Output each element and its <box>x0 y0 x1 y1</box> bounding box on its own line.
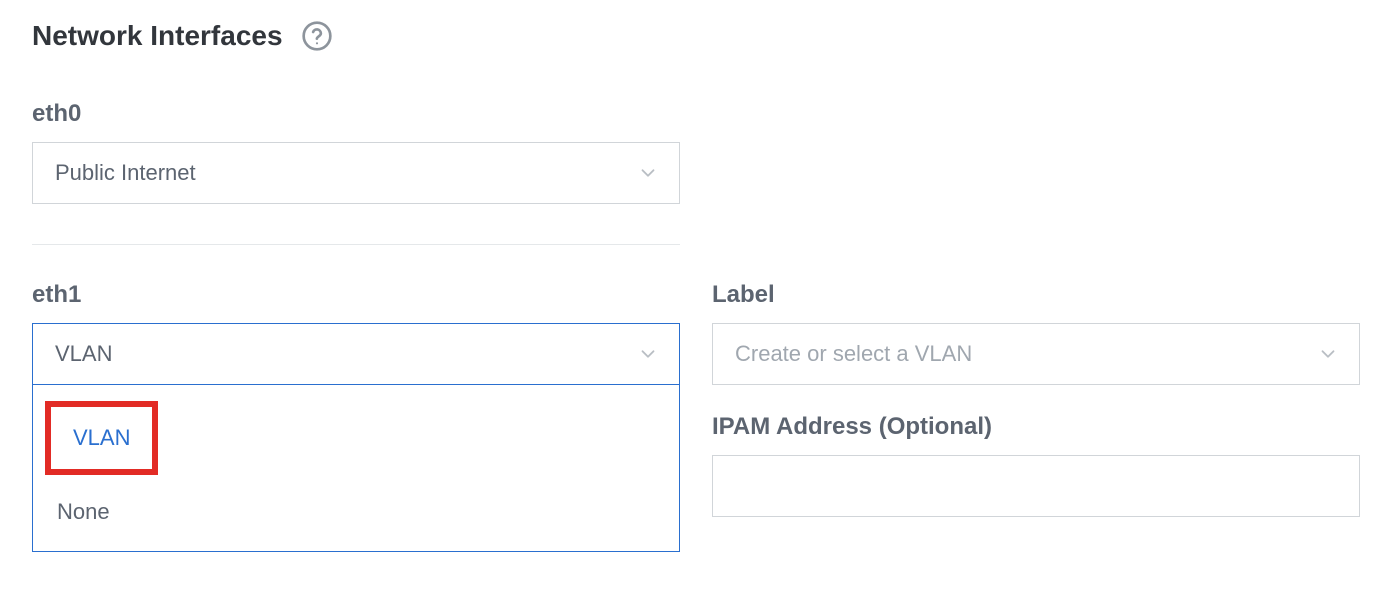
label-select-placeholder: Create or select a VLAN <box>735 341 1337 367</box>
chevron-down-icon <box>1317 343 1339 365</box>
eth1-option-none[interactable]: None <box>33 483 679 551</box>
help-icon[interactable] <box>301 20 333 52</box>
chevron-down-icon <box>637 343 659 365</box>
eth0-label: eth0 <box>32 100 1356 128</box>
section-title: Network Interfaces <box>32 20 283 52</box>
eth1-dropdown-menu: VLAN None <box>32 385 680 552</box>
label-field-label: Label <box>712 281 1360 309</box>
divider <box>32 244 680 245</box>
eth1-group: eth1 VLAN VLAN None <box>32 281 680 385</box>
eth1-select-value: VLAN <box>55 341 657 367</box>
eth1-select[interactable]: VLAN <box>32 323 680 385</box>
section-header: Network Interfaces <box>32 20 1356 52</box>
eth0-group: eth0 Public Internet <box>32 100 1356 204</box>
ipam-input[interactable] <box>712 455 1360 517</box>
eth0-select[interactable]: Public Internet <box>32 142 680 204</box>
label-and-ipam-group: Label Create or select a VLAN IPAM Addre… <box>712 281 1360 517</box>
eth1-option-vlan[interactable]: VLAN <box>45 401 158 475</box>
label-select[interactable]: Create or select a VLAN <box>712 323 1360 385</box>
ipam-label: IPAM Address (Optional) <box>712 413 1360 441</box>
eth1-label: eth1 <box>32 281 680 309</box>
eth0-select-value: Public Internet <box>55 160 657 186</box>
chevron-down-icon <box>637 162 659 184</box>
